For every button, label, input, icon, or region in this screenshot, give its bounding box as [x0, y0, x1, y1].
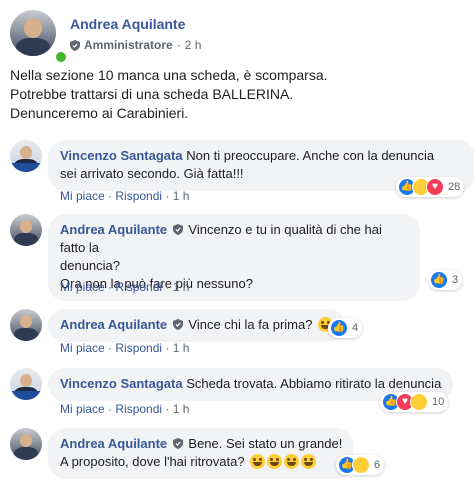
post-line: Nella sezione 10 manca una scheda, è sco…: [10, 67, 328, 83]
post-meta: Amministratore · 2 h: [70, 38, 201, 52]
comment-author[interactable]: Vincenzo Santagata: [60, 148, 183, 163]
like-button[interactable]: Mi piace: [60, 189, 105, 203]
admin-shield-icon: [172, 224, 183, 235]
grinning-emoji-icon: [250, 454, 266, 469]
comment-time[interactable]: 1 h: [173, 341, 190, 355]
like-icon: 👍: [330, 319, 348, 337]
love-icon: ♥: [426, 178, 444, 196]
commenter-avatar[interactable]: [10, 214, 42, 246]
post-text: Nella sezione 10 manca una scheda, è sco…: [10, 66, 460, 123]
reactions-summary[interactable]: 👍 ♥ 10: [380, 392, 449, 412]
comment-actions: Mi piace · Rispondi · 1 h: [60, 189, 190, 203]
admin-shield-icon: [70, 39, 80, 51]
grinning-emoji-icon: [301, 454, 317, 469]
comment-text: A proposito, dove l'hai ritrovata?: [60, 454, 245, 469]
comment-author[interactable]: Andrea Aquilante: [60, 436, 167, 451]
comment-time[interactable]: 1 h: [173, 189, 190, 203]
comment-text: Scheda trovata. Abbiamo ritirato la denu…: [186, 376, 442, 391]
post-time[interactable]: 2 h: [185, 38, 202, 52]
comment-text: Non ti preoccupare. Anche con la denunci…: [186, 148, 435, 163]
reaction-count: 6: [374, 459, 381, 471]
grinning-emoji-icon: [284, 454, 300, 469]
comment-time[interactable]: 1 h: [173, 280, 190, 294]
commenter-avatar[interactable]: [10, 309, 42, 341]
haha-icon: [410, 393, 428, 411]
reaction-count: 28: [448, 181, 461, 193]
reaction-count: 3: [452, 274, 459, 286]
comment-text: Bene. Sei stato un grande!: [188, 436, 343, 451]
meta-separator: ·: [176, 38, 181, 52]
comment-bubble: Andrea Aquilante Vince chi la fa prima?: [48, 309, 346, 342]
reactions-summary[interactable]: 👍 3: [428, 270, 463, 290]
admin-shield-icon: [172, 438, 183, 449]
comment-actions: Mi piace · Rispondi · 1 h: [60, 280, 190, 294]
comment-text: denuncia?: [60, 258, 120, 273]
like-button[interactable]: Mi piace: [60, 341, 105, 355]
comment-time[interactable]: 1 h: [173, 402, 190, 416]
comment-actions: Mi piace · Rispondi · 1 h: [60, 341, 190, 355]
laughing-emoji-icon: [267, 454, 283, 469]
commenter-avatar[interactable]: [10, 368, 42, 400]
comment-text: Vince chi la fa prima?: [188, 317, 313, 332]
reply-button[interactable]: Rispondi: [115, 189, 162, 203]
comment-author[interactable]: Andrea Aquilante: [60, 317, 167, 332]
author-avatar[interactable]: [10, 10, 56, 56]
haha-icon: [352, 456, 370, 474]
post-header: Andrea Aquilante Amministratore · 2 h: [10, 10, 470, 64]
reply-button[interactable]: Rispondi: [115, 341, 162, 355]
like-button[interactable]: Mi piace: [60, 280, 105, 294]
reactions-summary[interactable]: 👍 ♥ 28: [396, 177, 465, 197]
comment-bubble: Andrea Aquilante Bene. Sei stato un gran…: [48, 428, 355, 479]
comment-actions: Mi piace · Rispondi · 1 h: [60, 402, 190, 416]
commenter-avatar[interactable]: [10, 428, 42, 460]
reactions-summary[interactable]: 👍 4: [328, 318, 363, 338]
post-line: Denunceremo ai Carabinieri.: [10, 105, 189, 121]
reactions-summary[interactable]: 👍 6: [336, 455, 385, 475]
post-role: Amministratore: [84, 38, 173, 52]
reaction-count: 10: [432, 396, 445, 408]
reply-button[interactable]: Rispondi: [115, 402, 162, 416]
commenter-avatar[interactable]: [10, 140, 42, 172]
comment-text: sei arrivato secondo. Già fatta!!!: [60, 166, 244, 181]
like-button[interactable]: Mi piace: [60, 402, 105, 416]
admin-shield-icon: [172, 319, 183, 330]
comment-author[interactable]: Andrea Aquilante: [60, 222, 167, 237]
post-author[interactable]: Andrea Aquilante: [70, 16, 185, 32]
like-icon: 👍: [430, 271, 448, 289]
comment-author[interactable]: Vincenzo Santagata: [60, 376, 183, 391]
reply-button[interactable]: Rispondi: [115, 280, 162, 294]
online-status-icon: [54, 50, 68, 64]
reaction-count: 4: [352, 322, 359, 334]
post-line: Potrebbe trattarsi di una scheda BALLERI…: [10, 86, 294, 102]
